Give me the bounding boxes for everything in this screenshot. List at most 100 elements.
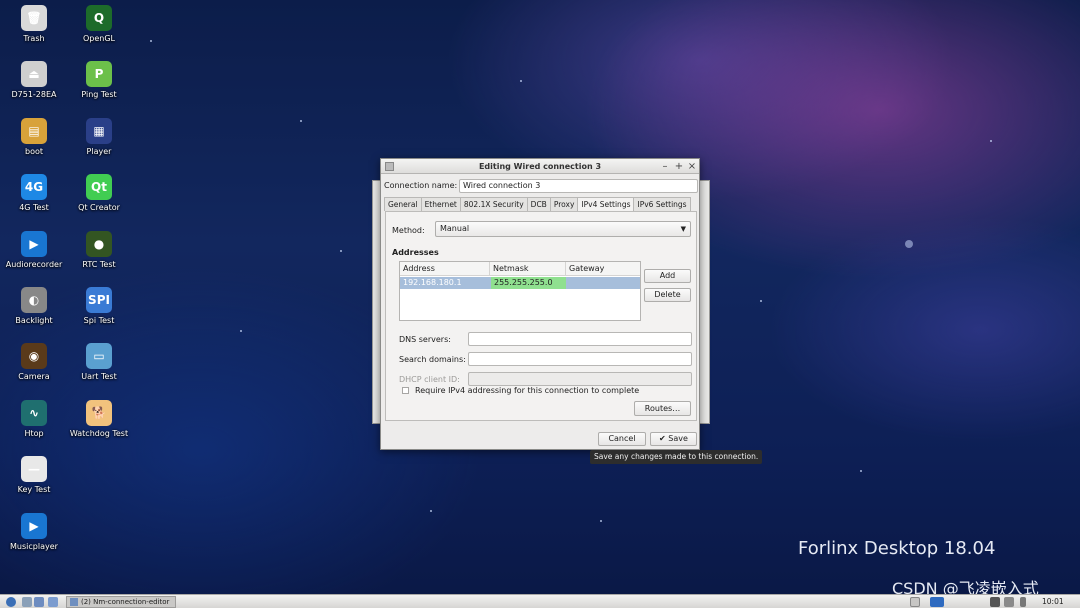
desktop-icon-label: Musicplayer	[10, 541, 58, 551]
rtc-icon: ●	[86, 230, 112, 257]
desktop-icon-label: Watchdog Test	[69, 428, 129, 438]
column-header-gateway[interactable]: Gateway	[566, 262, 640, 276]
desktop-icon-musicplayer[interactable]: ▶ Musicplayer	[3, 512, 65, 552]
4g-icon: 4G	[21, 174, 47, 201]
method-label: Method:	[392, 226, 425, 235]
desktop-icon-label: Key Test	[17, 485, 51, 495]
desktop-icon-label: Ping Test	[81, 90, 117, 100]
taskbar-task-connection-editor[interactable]: (2) Nm-connection-editor	[66, 596, 176, 608]
save-button[interactable]: ✔ Save	[650, 432, 697, 446]
ipv4-settings-panel: Method: Manual ▼ Addresses Address Netma…	[385, 211, 697, 421]
dialog-titlebar[interactable]: Editing Wired connection 3 – + ×	[381, 159, 699, 174]
column-header-address[interactable]: Address	[400, 262, 490, 276]
dialog-title: Editing Wired connection 3	[478, 162, 602, 171]
taskbar: (2) Nm-connection-editor 10:01	[0, 594, 1080, 608]
tab-general[interactable]: General	[384, 197, 422, 211]
camera-icon: ◉	[21, 343, 47, 370]
qt-icon: Qt	[86, 174, 112, 201]
volume-icon[interactable]	[1020, 597, 1026, 607]
music-player-icon: ▶	[21, 512, 47, 539]
file-manager-icon[interactable]	[34, 597, 44, 607]
desktop-icon-key-test[interactable]: — Key Test	[3, 456, 65, 495]
desktop-icon-label: boot	[24, 146, 43, 156]
connection-name-label: Connection name:	[384, 181, 458, 190]
connection-editor-icon	[70, 598, 78, 606]
desktop-icon-d751-28ea[interactable]: ⏏ D751-28EA	[3, 61, 65, 100]
cell-gateway[interactable]	[566, 277, 640, 289]
column-header-netmask[interactable]: Netmask	[490, 262, 566, 276]
minimize-icon[interactable]: –	[659, 159, 671, 174]
uart-icon: ▭	[86, 343, 112, 370]
desktop-icon-uart-test[interactable]: ▭ Uart Test	[68, 343, 130, 382]
search-domains-input[interactable]	[468, 352, 692, 366]
save-button-label: Save	[668, 434, 688, 443]
usb-drive-icon: ⏏	[21, 61, 47, 88]
tab-802-1x-security[interactable]: 802.1X Security	[459, 197, 528, 211]
tab-dcb[interactable]: DCB	[526, 197, 551, 211]
desktop-icon-label: Trash	[23, 34, 45, 43]
desktop-icon-htop[interactable]: ∿ Htop	[3, 399, 65, 439]
tab-ipv4-settings[interactable]: IPv4 Settings	[577, 197, 635, 211]
tray-icon-2[interactable]	[990, 597, 1000, 607]
ping-icon: P	[86, 61, 112, 88]
sd-card-icon: ▤	[21, 117, 47, 144]
search-domains-label: Search domains:	[399, 355, 466, 364]
desktop-icon-watchdog-test[interactable]: 🐕 Watchdog Test	[68, 399, 130, 439]
backlight-icon: ◐	[21, 287, 47, 313]
start-menu-icon[interactable]	[6, 597, 16, 607]
addresses-label: Addresses	[392, 248, 439, 257]
dhcp-client-id-label: DHCP client ID:	[399, 375, 460, 384]
clock[interactable]: 10:01	[1042, 595, 1064, 608]
settings-tabs: General Ethernet 802.1X Security DCB Proxy IP…	[384, 197, 691, 211]
desktop-icon-boot[interactable]: ▤ boot	[3, 117, 65, 157]
tab-ipv6-settings[interactable]: IPv6 Settings	[633, 197, 691, 211]
desktop-icon-camera[interactable]: ◉ Camera	[3, 343, 65, 382]
desktop-icon-label: 4G Test	[19, 203, 49, 213]
play-circle-icon: ▶	[21, 230, 47, 257]
desktop-icon-rtc-test[interactable]: ● RTC Test	[68, 230, 130, 270]
desktop-icon-spi-test[interactable]: SPI Spi Test	[68, 287, 130, 326]
dhcp-client-id-input	[468, 372, 692, 386]
add-address-button[interactable]: Add	[644, 269, 691, 283]
cell-address[interactable]: 192.168.180.1	[400, 277, 490, 289]
edit-connection-dialog: Editing Wired connection 3 – + × Connect…	[380, 158, 700, 450]
desktop-icon-label: Camera	[18, 372, 50, 382]
desktop-icon-label: Audiorecorder	[5, 259, 63, 269]
desktop-icon-backlight[interactable]: ◐ Backlight	[3, 287, 65, 326]
close-icon[interactable]: ×	[686, 159, 698, 174]
tab-proxy[interactable]: Proxy	[549, 197, 579, 211]
desktop-icon-audiorecorder[interactable]: ▶ Audiorecorder	[3, 230, 65, 270]
routes-button[interactable]: Routes…	[634, 401, 691, 416]
desktop-icon-qt-creator[interactable]: Qt Qt Creator	[68, 174, 130, 213]
addresses-table[interactable]: Address Netmask Gateway 192.168.180.1 25…	[399, 261, 641, 321]
connection-name-input[interactable]: Wired connection 3	[459, 179, 698, 193]
table-row[interactable]: 192.168.180.1 255.255.255.0	[400, 277, 640, 289]
desktop-brand-text: Forlinx Desktop 18.04	[798, 538, 996, 559]
browser-icon[interactable]	[48, 597, 58, 607]
desktop-icon-player[interactable]: ▦ Player	[68, 117, 130, 157]
dns-servers-input[interactable]	[468, 332, 692, 346]
tab-ethernet[interactable]: Ethernet	[420, 197, 461, 211]
desktop-icon-trash[interactable]: 🗑 Trash	[3, 5, 65, 44]
desktop-icon-label: Qt Creator	[78, 203, 120, 213]
player-icon: ▦	[86, 117, 112, 144]
delete-address-button[interactable]: Delete	[644, 288, 691, 302]
desktop-icon-4g-test[interactable]: 4G 4G Test	[3, 174, 65, 213]
desktop-icon-opengl[interactable]: Q OpenGL	[68, 5, 130, 44]
require-ipv4-label: Require IPv4 addressing for this connect…	[415, 386, 640, 395]
cancel-button[interactable]: Cancel	[598, 432, 646, 446]
workspace-icon[interactable]	[930, 597, 944, 607]
network-icon[interactable]	[1004, 597, 1014, 607]
method-select[interactable]: Manual ▼	[435, 221, 691, 237]
method-value: Manual	[440, 224, 470, 233]
trash-icon: 🗑	[21, 5, 47, 31]
cell-netmask-editor[interactable]: 255.255.255.0	[491, 277, 566, 289]
require-ipv4-checkbox[interactable]	[402, 387, 409, 394]
show-desktop-icon[interactable]	[22, 597, 32, 607]
maximize-icon[interactable]: +	[673, 159, 685, 174]
window-menu-icon[interactable]	[385, 162, 394, 171]
desktop-icon-label: Uart Test	[81, 372, 117, 382]
tray-icon-1[interactable]	[910, 597, 920, 607]
desktop-icon-ping-test[interactable]: P Ping Test	[68, 61, 130, 100]
htop-icon: ∿	[21, 399, 47, 426]
